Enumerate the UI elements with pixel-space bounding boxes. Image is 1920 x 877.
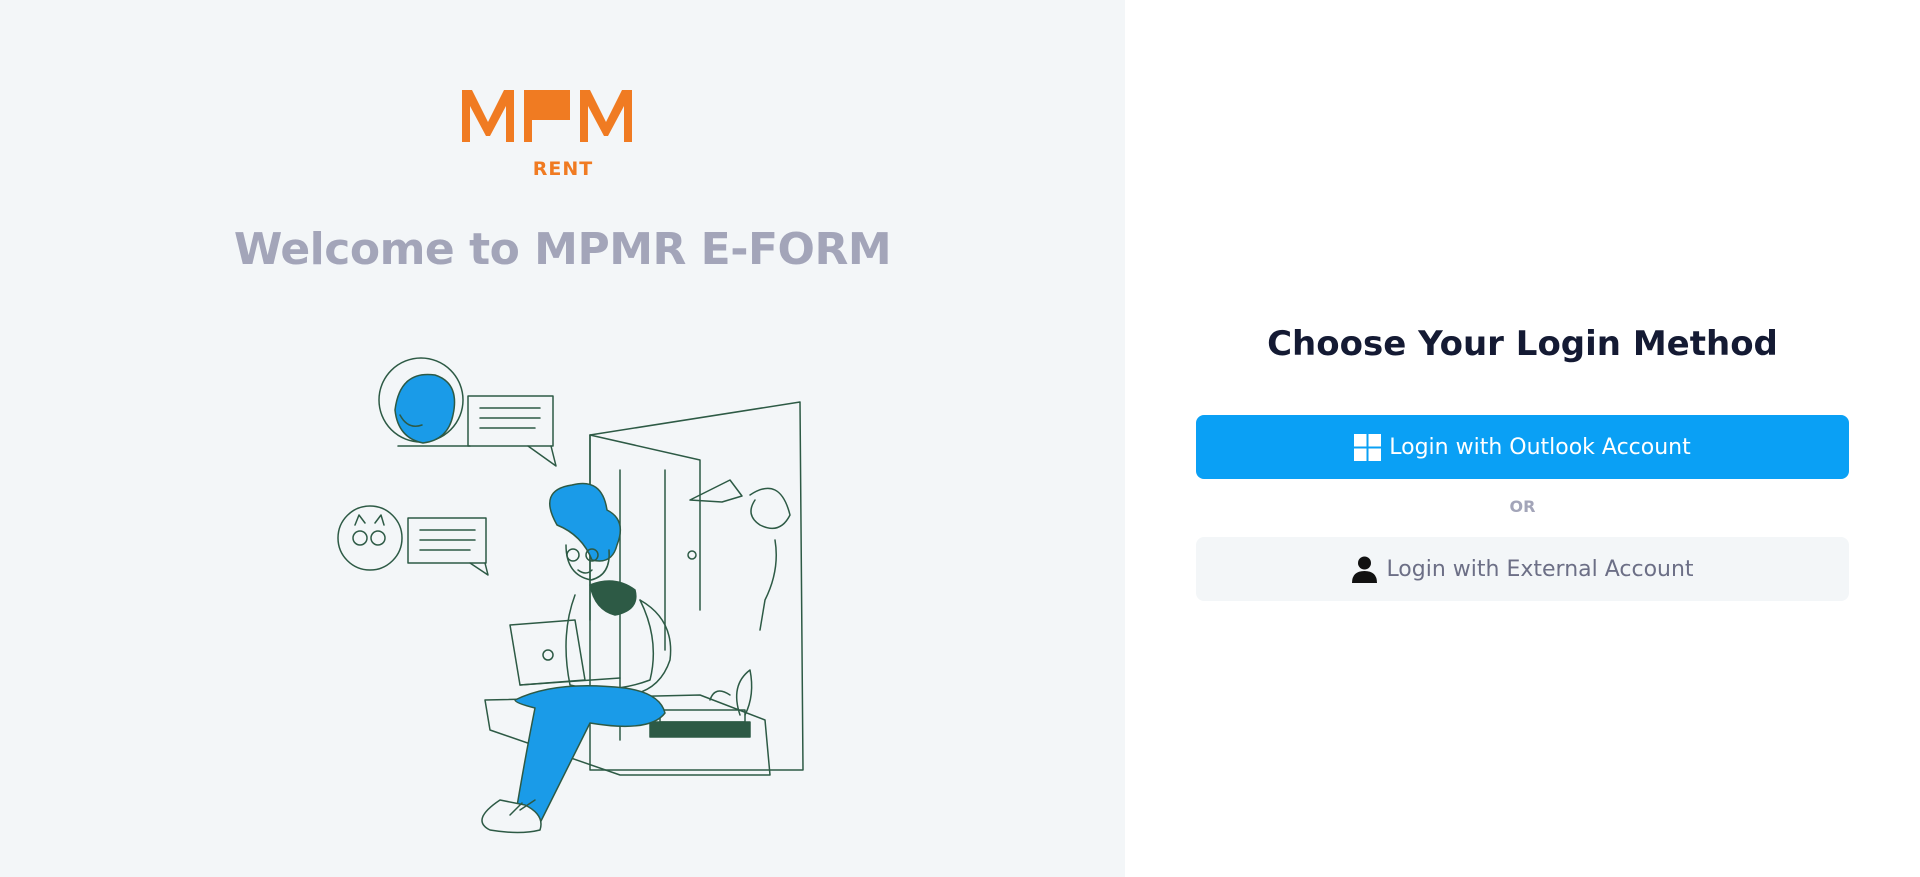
login-method-title: Choose Your Login Method xyxy=(1267,324,1778,364)
welcome-title: Welcome to MPMR E-FORM xyxy=(233,224,892,275)
windows-icon xyxy=(1354,433,1382,461)
or-divider: OR xyxy=(1509,497,1536,516)
person-with-laptop-illustration xyxy=(337,357,804,834)
login-outlook-button[interactable]: Login with Outlook Account xyxy=(1196,415,1849,479)
user-icon xyxy=(1352,556,1378,583)
login-external-button[interactable]: Login with External Account xyxy=(1196,537,1849,601)
login-external-label: Login with External Account xyxy=(1386,556,1694,582)
login-outlook-label: Login with Outlook Account xyxy=(1389,434,1691,460)
logo-subtitle: RENT xyxy=(532,158,594,180)
